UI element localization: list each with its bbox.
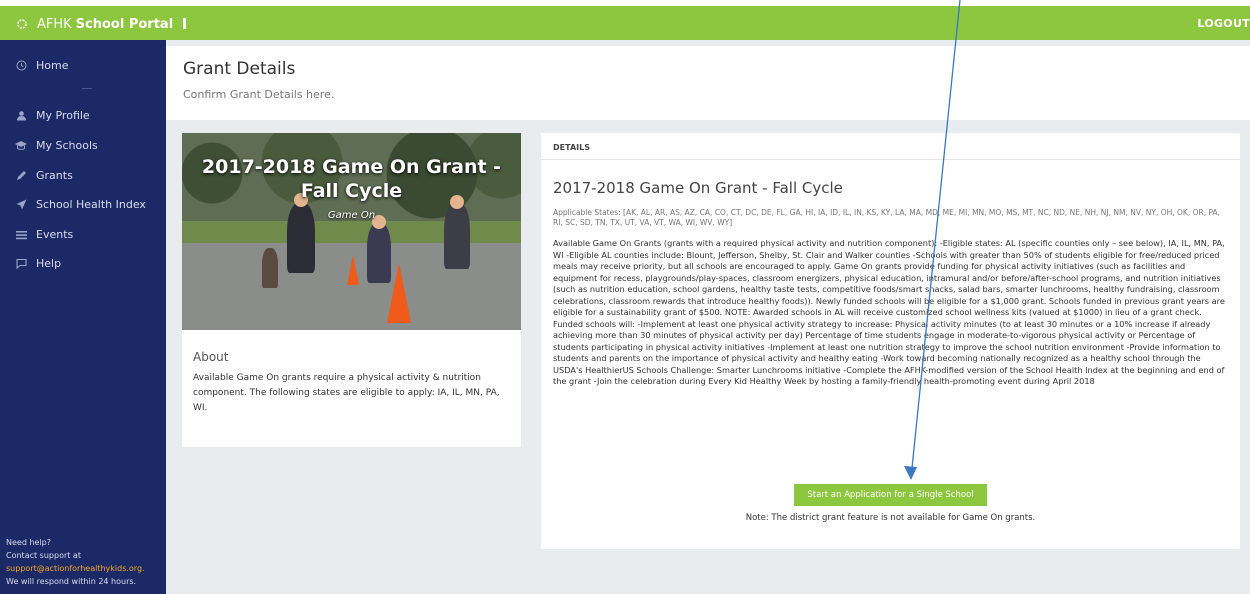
logout-link[interactable]: LOGOUT xyxy=(1197,17,1250,30)
start-application-button[interactable]: Start an Application for a Single School xyxy=(794,484,987,506)
help-contact-text: Contact support at xyxy=(6,551,81,560)
about-heading: About xyxy=(193,350,229,364)
sidebar-item-label: School Health Index xyxy=(36,198,146,211)
sidebar-item-help[interactable]: Help xyxy=(15,257,61,270)
sidebar-item-home[interactable]: Home xyxy=(15,59,68,72)
chat-icon xyxy=(15,258,27,270)
sidebar-separator xyxy=(82,88,92,89)
user-icon xyxy=(15,110,27,122)
school-icon xyxy=(15,140,27,152)
sidebar-item-events[interactable]: Events xyxy=(15,228,73,241)
sidebar-item-school-health-index[interactable]: School Health Index xyxy=(15,198,146,211)
sun-logo-icon xyxy=(17,19,27,29)
brand[interactable]: AFHK School Portal xyxy=(15,14,173,34)
district-grant-note: Note: The district grant feature is not … xyxy=(745,513,1036,523)
sidebar-item-label: Grants xyxy=(36,169,73,182)
top-bar: AFHK School Portal LOGOUT xyxy=(0,0,1250,40)
page-header: Grant Details Confirm Grant Details here… xyxy=(166,46,1250,120)
hero-title: 2017-2018 Game On Grant - Fall Cycle xyxy=(201,156,502,202)
hero-subtitle: Game On xyxy=(327,210,376,221)
page-subtitle: Confirm Grant Details here. xyxy=(183,88,335,101)
list-icon xyxy=(15,229,27,241)
paper-plane-icon xyxy=(15,199,27,211)
grant-hero-image: 2017-2018 Game On Grant - Fall Cycle Gam… xyxy=(182,133,521,330)
sidebar-item-grants[interactable]: Grants xyxy=(15,169,73,182)
sidebar-item-my-profile[interactable]: My Profile xyxy=(15,109,90,122)
hero-figure xyxy=(262,248,278,288)
page-title: Grant Details xyxy=(183,59,296,79)
details-section-label: DETAILS xyxy=(541,133,1240,160)
clock-icon xyxy=(15,60,27,72)
top-white-strip xyxy=(0,0,1250,6)
brand-name: School Portal xyxy=(75,16,174,32)
pencil-icon xyxy=(15,170,27,182)
brand-prefix: AFHK xyxy=(37,16,72,32)
help-heading: Need help? xyxy=(6,538,51,547)
menu-toggle-icon[interactable] xyxy=(183,18,186,29)
sidebar-item-my-schools[interactable]: My Schools xyxy=(15,139,98,152)
grant-summary-card: 2017-2018 Game On Grant - Fall Cycle Gam… xyxy=(182,133,521,447)
help-box: Need help? Contact support at support@ac… xyxy=(6,536,164,588)
traffic-cone xyxy=(347,255,359,285)
sidebar-item-label: Help xyxy=(36,257,62,270)
sidebar-item-label: My Schools xyxy=(36,139,98,152)
sidebar-item-label: My Profile xyxy=(36,109,90,122)
sidebar-item-label: Events xyxy=(36,228,74,241)
hero-grass xyxy=(182,221,521,245)
support-email-link[interactable]: support@actionforhealthykids.org. xyxy=(6,562,164,575)
sidebar: Home My Profile My Schools Grants School… xyxy=(0,40,166,594)
applicable-states: Applicable States: [AK, AL, AR, AS, AZ, … xyxy=(553,208,1221,227)
help-response-text: We will respond within 24 hours. xyxy=(6,577,137,586)
sidebar-item-label: Home xyxy=(36,59,69,72)
about-text: Available Game On grants require a physi… xyxy=(193,373,500,413)
grant-title: 2017-2018 Game On Grant - Fall Cycle xyxy=(553,179,843,197)
grant-description: Available Game On Grants (grants with a … xyxy=(553,238,1225,386)
traffic-cone xyxy=(387,263,411,323)
grant-details-card: DETAILS 2017-2018 Game On Grant - Fall C… xyxy=(541,133,1240,549)
